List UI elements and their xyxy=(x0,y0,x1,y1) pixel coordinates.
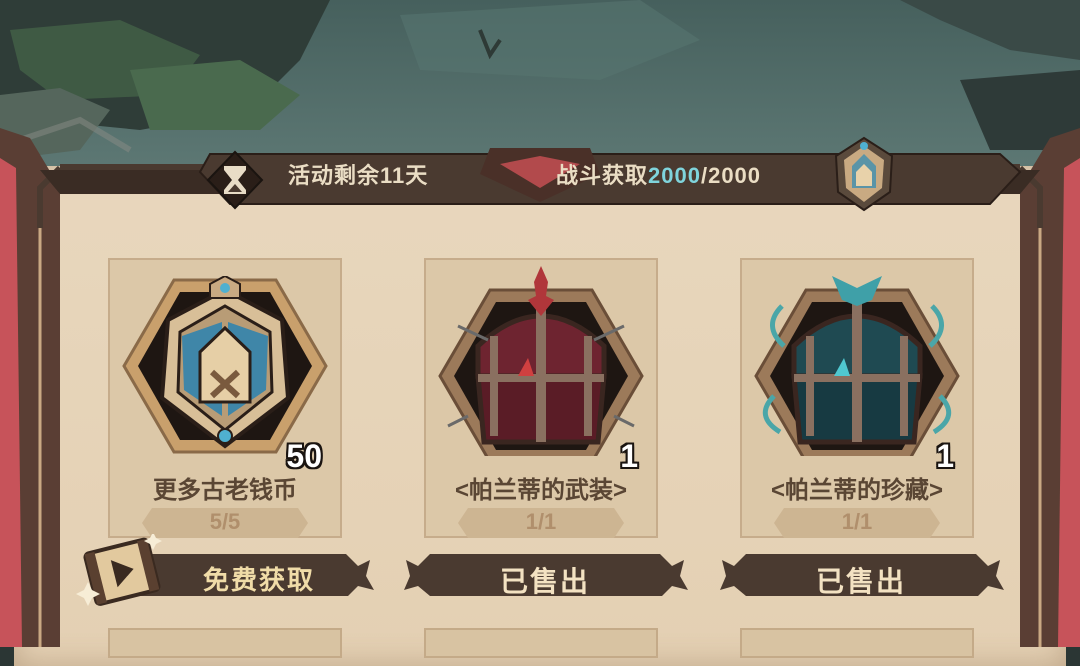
video-ad-icon[interactable] xyxy=(76,532,166,610)
hourglass-icon xyxy=(204,148,266,212)
item-stock: 1/1 xyxy=(841,509,873,534)
shop-item-card-partial[interactable] xyxy=(740,628,974,658)
shop-item-card-partial[interactable] xyxy=(424,628,658,658)
remaining-days-text: 活动剩余11天 xyxy=(288,163,429,188)
shop-item-card-red-chest[interactable]: 1 <帕兰蒂的武装> 1/1 xyxy=(424,258,658,548)
item-stock: 1/1 xyxy=(525,509,557,534)
button-label: 已售出 xyxy=(499,566,590,597)
shop-item-card-coins[interactable]: 50 更多古老钱币 5/5 xyxy=(108,258,342,548)
red-treasure-chest-icon xyxy=(438,266,644,464)
sold-out-button[interactable]: 已售出 xyxy=(716,548,1006,602)
battle-current: 2000 xyxy=(648,163,701,188)
shop-item-card-teal-chest[interactable]: 1 <帕兰蒂的珍藏> 1/1 xyxy=(740,258,974,548)
sold-out-button[interactable]: 已售出 xyxy=(400,548,690,602)
ancient-coin-icon xyxy=(832,136,896,212)
button-label: 已售出 xyxy=(815,566,906,597)
item-name: 更多古老钱币 xyxy=(153,477,297,504)
ancient-coin-icon xyxy=(122,274,328,456)
item-stock: 5/5 xyxy=(209,509,241,534)
info-bar xyxy=(40,148,1040,205)
battle-max: /2000 xyxy=(700,163,762,188)
teal-treasure-chest-icon xyxy=(754,276,960,464)
item-name: <帕兰蒂的武装> xyxy=(454,477,628,504)
item-name: <帕兰蒂的珍藏> xyxy=(770,477,944,504)
battle-label: 战斗获取 xyxy=(556,163,649,188)
battle-progress-text: 战斗获取2000/2000 xyxy=(556,158,761,190)
shop-item-card-partial[interactable] xyxy=(108,628,342,658)
